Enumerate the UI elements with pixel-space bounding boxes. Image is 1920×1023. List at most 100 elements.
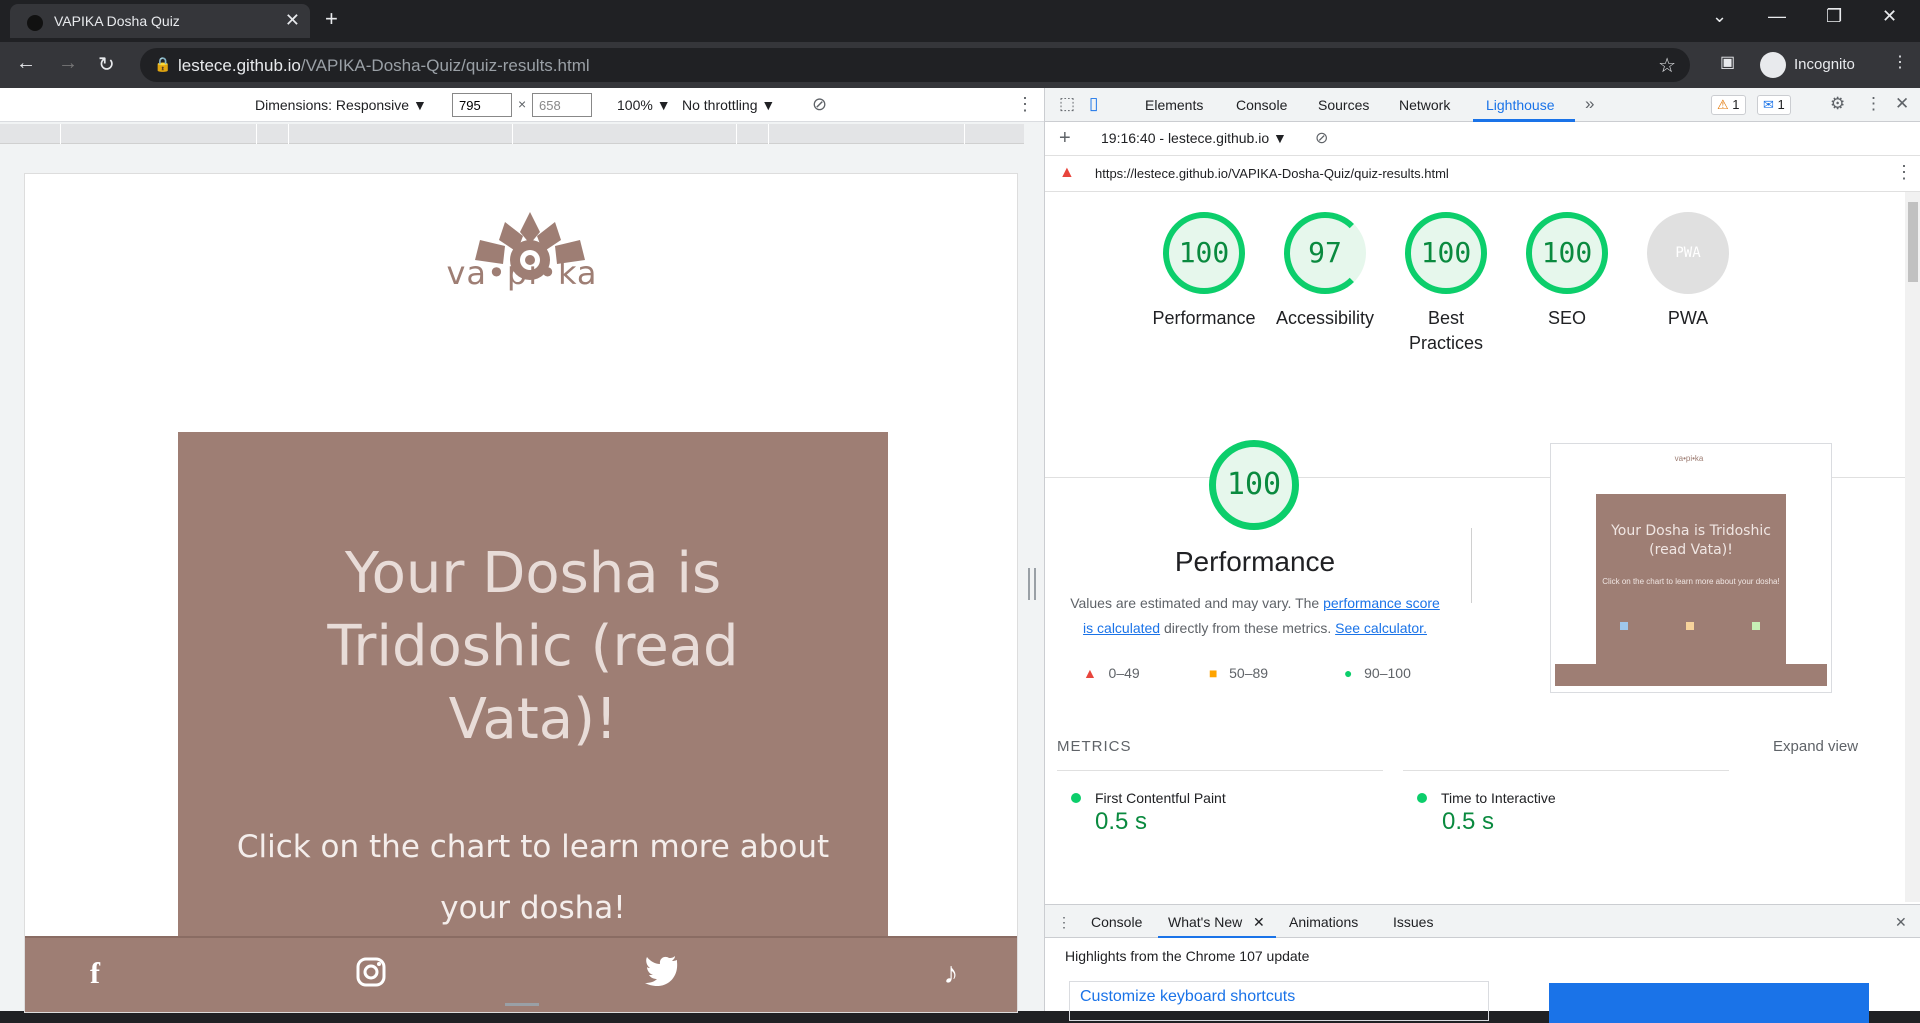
tab-sources[interactable]: Sources <box>1318 97 1369 113</box>
twitter-icon[interactable] <box>644 956 680 992</box>
report-url-bar: ▲ https://lestece.github.io/VAPIKA-Dosha… <box>1045 156 1920 192</box>
report-url[interactable]: https://lestece.github.io/VAPIKA-Dosha-Q… <box>1095 166 1449 181</box>
divider-vertical <box>1471 528 1472 603</box>
device-toolbar: Dimensions: Responsive ▼ × 100% ▼ No thr… <box>0 88 1044 122</box>
tab-search-icon[interactable]: ⌄ <box>1712 6 1727 27</box>
devtools-panel: ⬚ ▯ Elements Console Sources Network Lig… <box>1044 88 1920 1023</box>
close-drawer-icon[interactable]: ✕ <box>1895 914 1907 931</box>
close-devtools-icon[interactable]: ✕ <box>1895 94 1909 114</box>
device-emulation-area: Dimensions: Responsive ▼ × 100% ▼ No thr… <box>0 88 1044 1013</box>
close-whats-new-icon[interactable]: ✕ <box>1253 914 1265 931</box>
divider <box>1403 770 1729 771</box>
mini-logo: va•pi•ka <box>1674 454 1704 463</box>
warnings-badge[interactable]: ⚠ 1 <box>1711 95 1746 115</box>
address-bar[interactable]: 🔒 lestece.github.io/VAPIKA-Dosha-Quiz/qu… <box>140 48 1690 82</box>
lighthouse-icon: ▲ <box>1059 164 1075 181</box>
score-gauge: 97 <box>1284 212 1366 294</box>
final-screenshot[interactable]: va•pi•ka Your Dosha is Tridoshic (read V… <box>1550 443 1832 693</box>
site-footer: f ♪ <box>25 936 1017 1012</box>
mini-heading: Your Dosha is Tridoshic (read Vata)! <box>1611 523 1771 558</box>
result-card: Your Dosha is Tridoshic (read Vata)! Cli… <box>178 432 888 1012</box>
report-menu-icon[interactable]: ⋮ <box>1895 162 1913 183</box>
calculator-link[interactable]: See calculator. <box>1335 620 1427 636</box>
drawer-tab-whats-new[interactable]: What's New <box>1168 914 1242 930</box>
result-heading: Your Dosha is Tridoshic (read Vata)! <box>327 541 739 752</box>
drawer-tab-animations[interactable]: Animations <box>1289 914 1358 930</box>
lighthouse-report: 100 Performance 97 Accessibility 100 Bes… <box>1045 192 1905 902</box>
rotate-icon[interactable]: ⊘ <box>812 94 827 115</box>
tab-lighthouse[interactable]: Lighthouse <box>1486 97 1555 113</box>
score-best-practices[interactable]: 100 Best Practices <box>1386 212 1506 356</box>
tab-network[interactable]: Network <box>1399 97 1450 113</box>
facebook-icon[interactable]: f <box>77 956 113 992</box>
devtools-menu-icon[interactable]: ⋮ <box>1865 94 1882 114</box>
metrics-title: METRICS <box>1057 738 1132 755</box>
instagram-icon[interactable] <box>353 956 389 992</box>
report-selector[interactable]: 19:16:40 - lestece.github.io ▼ <box>1101 130 1287 146</box>
legend-pass: ● 90–100 <box>1344 665 1411 681</box>
resize-handle-right[interactable] <box>1028 568 1036 600</box>
restore-icon[interactable]: ❐ <box>1826 6 1842 27</box>
metric-fcp-value: 0.5 s <box>1095 808 1148 835</box>
close-window-icon[interactable]: ✕ <box>1882 6 1897 27</box>
score-gauge: 100 <box>1163 212 1245 294</box>
mini-result-card: Your Dosha is Tridoshic (read Vata)! Cli… <box>1596 494 1786 669</box>
mini-footer <box>1555 664 1827 686</box>
menu-icon[interactable]: ⋮ <box>1892 52 1908 72</box>
divider <box>1057 770 1383 771</box>
emulated-page: va•pi•ka Your Dosha is Tridoshic (read V… <box>24 173 1018 1013</box>
device-more-icon[interactable]: ⋮ <box>1016 94 1034 115</box>
drawer-tab-console[interactable]: Console <box>1091 914 1142 930</box>
width-input[interactable] <box>452 93 512 117</box>
incognito-profile[interactable]: Incognito <box>1760 52 1855 78</box>
height-input[interactable] <box>532 93 592 117</box>
tab-console[interactable]: Console <box>1236 97 1287 113</box>
messages-badge[interactable]: ✉ 1 <box>1757 95 1791 115</box>
drawer-menu-icon[interactable]: ⋮ <box>1057 914 1071 931</box>
drawer-tab-issues[interactable]: Issues <box>1393 914 1433 930</box>
close-tab-icon[interactable]: ✕ <box>285 10 300 31</box>
tab-title: VAPIKA Dosha Quiz <box>54 13 180 29</box>
throttling-select[interactable]: No throttling ▼ <box>682 97 775 113</box>
lighthouse-toolbar: + 19:16:40 - lestece.github.io ▼ ⊘ <box>1045 122 1920 156</box>
performance-description: Values are estimated and may vary. The p… <box>1070 595 1440 636</box>
tab-elements[interactable]: Elements <box>1145 97 1203 113</box>
scrollbar-thumb[interactable] <box>1908 202 1918 282</box>
minimize-icon[interactable]: — <box>1768 6 1786 27</box>
performance-title: Performance <box>1174 546 1336 577</box>
report-scrollbar[interactable] <box>1905 192 1920 902</box>
score-label: SEO <box>1547 308 1586 328</box>
reload-icon[interactable]: ↻ <box>98 52 115 77</box>
score-accessibility[interactable]: 97 Accessibility <box>1265 212 1385 331</box>
logo-text: va•pi•ka <box>446 254 598 292</box>
tiktok-icon[interactable]: ♪ <box>933 956 969 992</box>
feature-card-link[interactable]: Customize keyboard shortcuts <box>1069 981 1489 1021</box>
dimensions-select[interactable]: Dimensions: Responsive ▼ <box>255 97 427 113</box>
score-performance[interactable]: 100 Performance <box>1144 212 1264 331</box>
new-tab-icon[interactable]: + <box>325 6 338 32</box>
more-tabs-icon[interactable]: » <box>1585 94 1594 114</box>
forward-icon[interactable]: → <box>58 52 78 75</box>
expand-view-toggle[interactable]: Expand view <box>1773 738 1858 755</box>
lock-icon[interactable]: 🔒 <box>154 56 171 73</box>
side-panel-icon[interactable]: ▣ <box>1720 52 1735 72</box>
new-report-icon[interactable]: + <box>1059 127 1071 150</box>
message-icon: ✉ <box>1763 97 1774 112</box>
back-icon[interactable]: ← <box>16 52 36 75</box>
media-query-ruler[interactable] <box>0 124 1024 144</box>
browser-tab[interactable]: VAPIKA Dosha Quiz ✕ <box>10 4 310 38</box>
inspect-icon[interactable]: ⬚ <box>1059 94 1075 114</box>
triangle-icon: ▲ <box>1083 665 1097 681</box>
resize-handle-bottom[interactable] <box>505 1003 539 1006</box>
settings-gear-icon[interactable]: ⚙ <box>1830 94 1845 114</box>
device-toggle-icon[interactable]: ▯ <box>1089 94 1098 114</box>
bookmark-star-icon[interactable]: ☆ <box>1658 53 1676 78</box>
score-seo[interactable]: 100 SEO <box>1507 212 1627 331</box>
zoom-select[interactable]: 100% ▼ <box>617 97 671 113</box>
url-text: lestece.github.io/VAPIKA-Dosha-Quiz/quiz… <box>178 56 590 75</box>
whats-new-panel: Highlights from the Chrome 107 update Cu… <box>1045 938 1920 1023</box>
score-pwa[interactable]: PWA PWA <box>1628 212 1748 331</box>
incognito-icon <box>1760 52 1786 78</box>
mini-bar <box>1620 622 1628 630</box>
clear-reports-icon[interactable]: ⊘ <box>1315 128 1328 148</box>
